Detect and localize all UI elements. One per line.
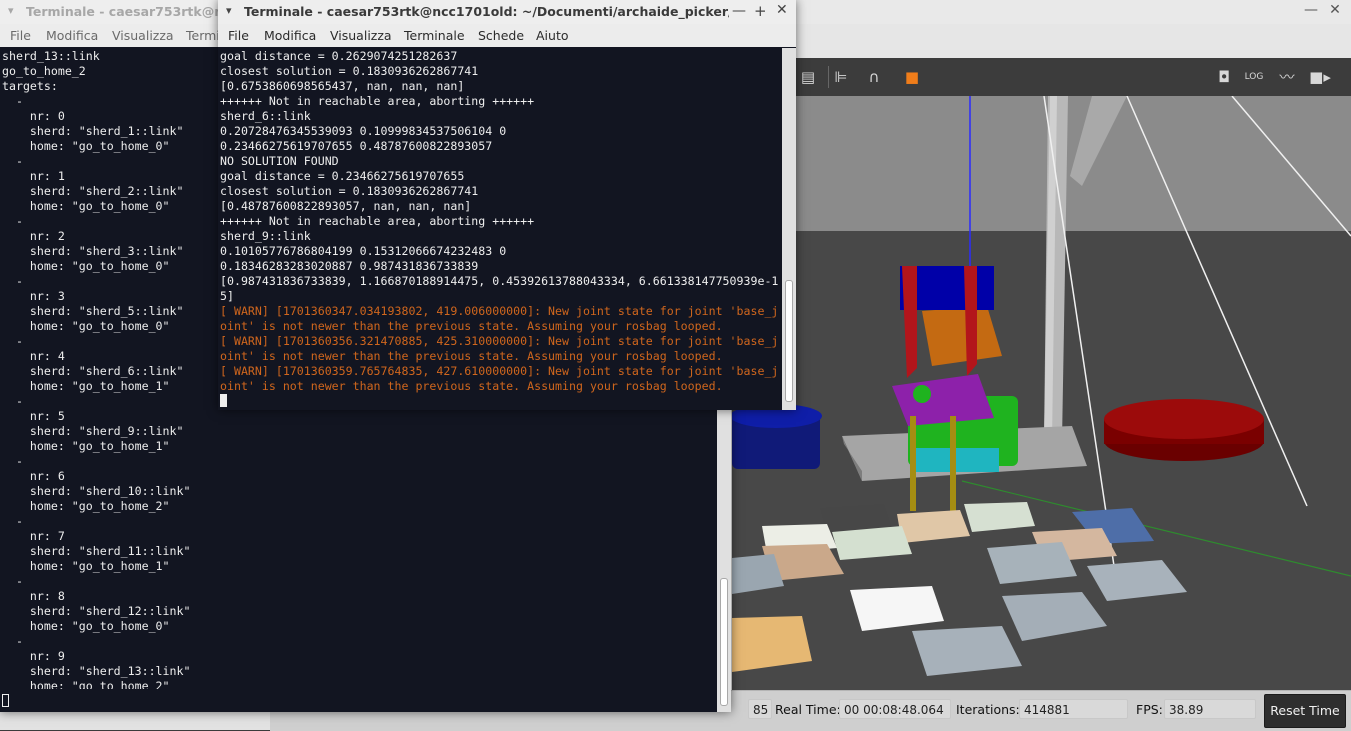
terminal-line: ++++++ Not in reachable area, aborting +… [220, 214, 535, 228]
terminal-line: home: "go_to_home_0" [2, 619, 170, 633]
terminal-line: nr: 8 [2, 589, 65, 603]
real-time-field: 00 00:08:48.064 [839, 699, 951, 719]
terminal-line: - [2, 514, 23, 528]
robot-cyan-plate [914, 448, 999, 472]
close-icon[interactable]: ✕ [1326, 2, 1344, 18]
finger-right [950, 416, 956, 511]
camera-icon[interactable]: ◘ [1212, 66, 1236, 88]
sim-time-field: 85 [748, 699, 772, 719]
terminal-line: 0.18346283283020887 0.987431836733839 [220, 259, 479, 273]
terminal-line: - [2, 454, 23, 468]
terminal-warn-line: [ WARN] [1701360356.321470885, 425.31000… [220, 334, 779, 348]
iterations-label: Iterations: [956, 702, 1020, 717]
terminal-line: - [2, 634, 23, 648]
terminal-output[interactable]: goal distance = 0.2629074251282637 closes… [220, 49, 780, 404]
minimize-icon[interactable]: — [732, 3, 746, 19]
sky [732, 96, 1351, 236]
terminal-line: sherd: "sherd_12::link" [2, 604, 191, 618]
terminal-line: home: "go_to_home_1" [2, 439, 170, 453]
terminal-line: ++++++ Not in reachable area, aborting +… [220, 94, 535, 108]
terminal-line: home: "go_to_home_1" [2, 559, 170, 573]
terminal-line: nr: 9 [2, 649, 65, 663]
scrollbar[interactable] [782, 48, 796, 410]
menu-file[interactable]: File [228, 28, 249, 43]
terminal-warn-line: [ WARN] [1701360359.765764835, 427.61000… [220, 364, 779, 378]
terminal-line: 0.20728476345539093 0.10999834537506104 … [220, 124, 507, 138]
terminal-warn-line: oint' is not newer than the previous sta… [220, 349, 723, 363]
terminal-line: sherd: "sherd_11::link" [2, 544, 191, 558]
menu-visualizza[interactable]: Visualizza [112, 28, 174, 43]
close-icon[interactable]: ✕ [776, 2, 788, 18]
terminal-line: nr: 6 [2, 469, 65, 483]
scrollbar-thumb[interactable] [720, 578, 728, 706]
terminal-line: sherd_6::link [220, 109, 311, 123]
terminal-warn-line: oint' is not newer than the previous sta… [220, 379, 723, 393]
sherd [832, 526, 912, 560]
terminal-menubar: File Modifica Visualizza Terminale Sched… [218, 24, 796, 47]
terminal-line: nr: 7 [2, 529, 65, 543]
menu-visualizza[interactable]: Visualizza [330, 28, 392, 43]
terminal-line: - [2, 574, 23, 588]
scrollbar-thumb[interactable] [785, 280, 793, 402]
reset-time-button[interactable]: Reset Time [1264, 694, 1346, 728]
real-time-label: Real Time: [775, 702, 841, 717]
terminal-line: home: "go_to_home_2" [2, 679, 170, 689]
terminal-cursor [2, 694, 9, 707]
menu-file[interactable]: File [10, 28, 31, 43]
menu-modifica[interactable]: Modifica [264, 28, 316, 43]
terminal-line: [0.48787600822893057, nan, nan, nan] [220, 199, 472, 213]
scene-render [732, 96, 1351, 690]
terminal-line: goal distance = 0.23466275619707655 [220, 169, 465, 183]
log-icon[interactable]: LOG [1242, 66, 1266, 88]
terminal-warn-line: [ WARN] [1701360347.034193802, 419.00600… [220, 304, 779, 318]
clipboard-icon[interactable]: ▤ [796, 66, 820, 88]
maximize-icon[interactable]: + [754, 2, 767, 20]
menu-modifica[interactable]: Modifica [46, 28, 98, 43]
terminal-line: closest solution = 0.1830936262867741 [220, 184, 479, 198]
gazebo-toolbar: ▤ ⊫ ∩ ■ ◘ LOG 〰 ■▸ [732, 58, 1351, 96]
box-shape-icon[interactable]: ■ [900, 66, 924, 88]
terminal-cursor [220, 394, 227, 407]
terminal-line: [0.987431836733839, 1.166870188914475, 0… [220, 274, 779, 288]
fps-field: 38.89 [1164, 699, 1256, 719]
terminal-line: [0.6753860698565437, nan, nan, nan] [220, 79, 465, 93]
terminal-line: sherd: "sherd_13::link" [2, 664, 191, 678]
window-title: Terminale - caesar753rtk@ncc1701old: ~/D… [26, 4, 246, 19]
minimize-icon[interactable]: — [1302, 2, 1320, 18]
terminal-line: 0.10105776786804199 0.15312066674232483 … [220, 244, 507, 258]
terminal-line: goal distance = 0.2629074251282637 [220, 49, 458, 63]
window-menu-icon[interactable]: ▾ [226, 4, 232, 17]
terminal-line: closest solution = 0.1830936262867741 [220, 64, 479, 78]
finger-left [910, 416, 916, 511]
fps-label: FPS: [1136, 702, 1163, 717]
magnet-icon[interactable]: ∩ [862, 66, 886, 88]
window-menu-icon[interactable]: ▾ [8, 4, 14, 17]
terminal-line: 5] [220, 289, 234, 303]
terminal-line: nr: 5 [2, 409, 65, 423]
terminal-line: sherd: "sherd_9::link" [2, 424, 184, 438]
window-title: Terminale - caesar753rtk@ncc1701old: ~/D… [244, 4, 729, 19]
menu-terminale[interactable]: Terminale [404, 28, 465, 43]
terminal-line: 0.23466275619707655 0.48787600822893057 [220, 139, 493, 153]
terminal-warn-line: oint' is not newer than the previous sta… [220, 319, 723, 333]
plot-icon[interactable]: 〰 [1275, 66, 1299, 88]
terminal-line: NO SOLUTION FOUND [220, 154, 339, 168]
terminal-line: home: "go_to_home_2" [2, 499, 170, 513]
terminal-line: sherd_9::link [220, 229, 311, 243]
iterations-field: 414881 [1019, 699, 1128, 719]
menu-aiuto[interactable]: Aiuto [536, 28, 569, 43]
terminal-line: sherd: "sherd_10::link" [2, 484, 191, 498]
align-icon[interactable]: ⊫ [828, 66, 853, 88]
terminal-titlebar: ▾ Terminale - caesar753rtk@ncc1701old: ~… [218, 0, 796, 25]
terminal-window-front[interactable]: ▾ Terminale - caesar753rtk@ncc1701old: ~… [218, 0, 796, 410]
video-icon[interactable]: ■▸ [1308, 66, 1332, 88]
menu-schede[interactable]: Schede [478, 28, 524, 43]
scene-viewport[interactable] [732, 96, 1351, 690]
